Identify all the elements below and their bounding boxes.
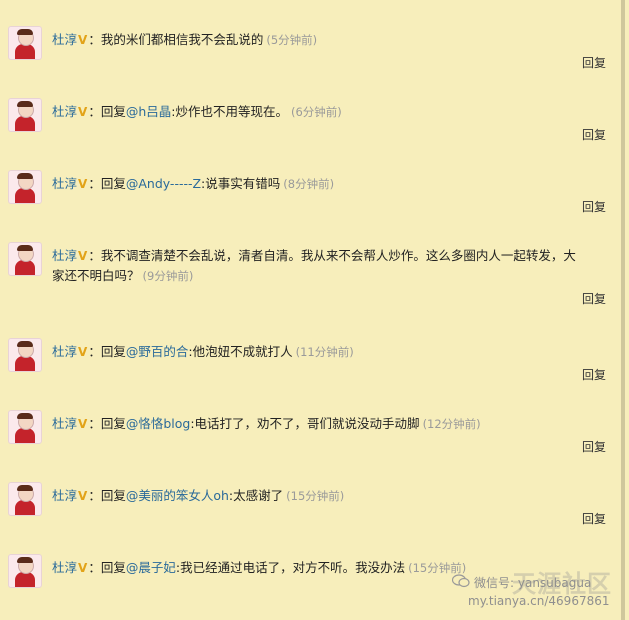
verified-badge-icon: V [78, 489, 88, 503]
separator: ： [88, 176, 101, 191]
comment-item: 杜淳V：回复@h吕晶:炒作也不用等现在。 (6分钟前) 回复 [0, 92, 620, 164]
comment-item: 杜淳V：回复@野百的合:他泡妞不成就打人 (11分钟前) 回复 [0, 332, 620, 404]
separator: ： [88, 104, 101, 119]
user-name[interactable]: 杜淳 [52, 248, 77, 263]
comment-time: (5分钟前) [266, 33, 318, 47]
avatar[interactable] [8, 338, 42, 372]
reply-button[interactable]: 回复 [582, 510, 606, 527]
comment-line: 杜淳V：回复@h吕晶:炒作也不用等现在。 (6分钟前) [52, 102, 612, 122]
comment-line: 杜淳V：回复@美丽的笨女人oh:太感谢了 (15分钟前) [52, 486, 612, 506]
reply-prefix: 回复 [100, 104, 126, 119]
avatar[interactable] [8, 410, 42, 444]
separator: ： [88, 416, 101, 431]
mention-link[interactable]: @恪恪blog [126, 416, 191, 431]
avatar[interactable] [8, 482, 42, 516]
separator: ： [88, 560, 101, 575]
comment-text: 我的米们都相信我不会乱说的 [100, 32, 264, 47]
comment-text: :我已经通过电话了，对方不听。我没办法 [175, 560, 406, 575]
reply-button[interactable]: 回复 [582, 366, 606, 383]
watermark: 天涯社区 微信号: yansubagua my.tianya.cn/469678… [448, 566, 626, 616]
comment-text: :太感谢了 [228, 488, 284, 503]
separator: ： [88, 488, 101, 503]
user-name[interactable]: 杜淳 [52, 344, 77, 359]
comment-list: 杜淳V：我的米们都相信我不会乱说的 (5分钟前) 回复 杜淳V：回复@h吕晶:炒作… [0, 0, 625, 620]
reply-prefix: 回复 [100, 176, 126, 191]
reply-prefix: 回复 [100, 416, 126, 431]
comment-text: :说事实有错吗 [201, 176, 281, 191]
comment-time: (8分钟前) [283, 177, 335, 191]
comment-time: (6分钟前) [291, 105, 342, 119]
comment-line: 杜淳V：我的米们都相信我不会乱说的 (5分钟前) [52, 30, 612, 50]
comment-item: 杜淳V：我的米们都相信我不会乱说的 (5分钟前) 回复 [0, 20, 620, 92]
avatar[interactable] [8, 98, 42, 132]
comment-text-continued: 家还不明白吗？ [52, 268, 140, 283]
comment-item: 杜淳V：我不调查清楚不会乱说，清者自清。我从来不会帮人炒作。这么多圈内人一起转发… [0, 236, 620, 332]
mention-link[interactable]: @晨子妃 [126, 560, 176, 575]
reply-prefix: 回复 [100, 488, 126, 503]
comment-line: 杜淳V：回复@恪恪blog:电话打了，劝不了，哥们就说没动手动脚 (12分钟前) [52, 414, 612, 434]
comment-line: 杜淳V：我不调查清楚不会乱说，清者自清。我从来不会帮人炒作。这么多圈内人一起转发… [52, 246, 612, 286]
separator: ： [88, 344, 101, 359]
verified-badge-icon: V [78, 105, 88, 119]
comment-time: (9分钟前) [142, 269, 194, 283]
user-name[interactable]: 杜淳 [52, 32, 77, 47]
comment-item: 杜淳V：回复@Andy-----Z:说事实有错吗 (8分钟前) 回复 [0, 164, 620, 236]
mention-link[interactable]: @美丽的笨女人oh [126, 488, 229, 503]
verified-badge-icon: V [78, 561, 88, 575]
user-name[interactable]: 杜淳 [52, 416, 77, 431]
verified-badge-icon: V [78, 177, 88, 191]
user-name[interactable]: 杜淳 [52, 176, 77, 191]
comment-line: 杜淳V：回复@野百的合:他泡妞不成就打人 (11分钟前) [52, 342, 612, 362]
comment-text: 我不调查清楚不会乱说，清者自清。我从来不会帮人炒作。这么多圈内人一起转发，大 [100, 248, 576, 263]
reply-prefix: 回复 [100, 344, 126, 359]
reply-button[interactable]: 回复 [582, 290, 606, 307]
reply-button[interactable]: 回复 [582, 54, 606, 71]
avatar[interactable] [8, 170, 42, 204]
user-name[interactable]: 杜淳 [52, 488, 77, 503]
comment-time: (11分钟前) [295, 345, 354, 359]
verified-badge-icon: V [78, 345, 88, 359]
comment-text: :电话打了，劝不了，哥们就说没动手动脚 [190, 416, 420, 431]
verified-badge-icon: V [78, 417, 88, 431]
wechat-icon [452, 574, 470, 588]
reply-prefix: 回复 [100, 560, 126, 575]
avatar[interactable] [8, 26, 42, 60]
comment-line: 杜淳V：回复@Andy-----Z:说事实有错吗 (8分钟前) [52, 174, 612, 194]
comment-text: :他泡妞不成就打人 [188, 344, 293, 359]
comment-time: (15分钟前) [286, 489, 345, 503]
avatar[interactable] [8, 554, 42, 588]
separator: ： [88, 248, 101, 263]
comment-item: 杜淳V：回复@恪恪blog:电话打了，劝不了，哥们就说没动手动脚 (12分钟前) … [0, 404, 620, 476]
verified-badge-icon: V [78, 249, 88, 263]
verified-badge-icon: V [78, 33, 88, 47]
reply-button[interactable]: 回复 [582, 198, 606, 215]
reply-button[interactable]: 回复 [582, 126, 606, 143]
user-name[interactable]: 杜淳 [52, 104, 77, 119]
profile-url: my.tianya.cn/46967861 [468, 594, 610, 608]
comment-time: (12分钟前) [422, 417, 481, 431]
avatar[interactable] [8, 242, 42, 276]
mention-link[interactable]: @h吕晶 [126, 104, 171, 119]
reply-button[interactable]: 回复 [582, 438, 606, 455]
comment-item: 杜淳V：回复@美丽的笨女人oh:太感谢了 (15分钟前) 回复 [0, 476, 620, 548]
wechat-id: 微信号: yansubagua [474, 576, 592, 590]
user-name[interactable]: 杜淳 [52, 560, 77, 575]
comment-text: :炒作也不用等现在。 [171, 104, 288, 119]
separator: ： [88, 32, 101, 47]
mention-link[interactable]: @Andy-----Z [126, 176, 201, 191]
mention-link[interactable]: @野百的合 [126, 344, 189, 359]
